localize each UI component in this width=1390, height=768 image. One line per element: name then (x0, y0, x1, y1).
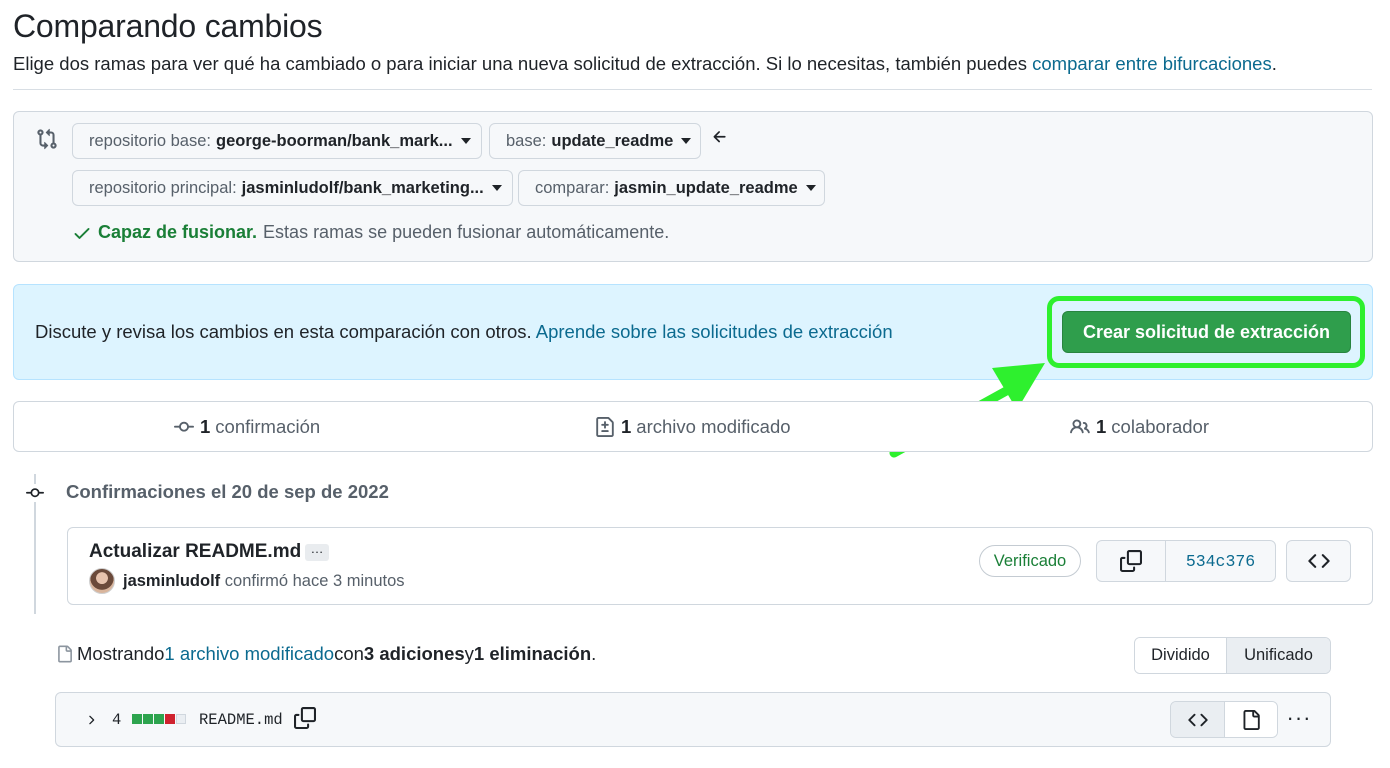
copy-sha-button[interactable] (1097, 541, 1166, 581)
copy-path-icon[interactable] (294, 707, 316, 729)
file-options-button[interactable]: ··· (1286, 705, 1312, 730)
git-commit-icon (174, 417, 194, 437)
rich-diff-button[interactable] (1225, 702, 1277, 737)
merge-status: Capaz de fusionar. Estas ramas se pueden… (72, 222, 669, 243)
commit-sha-group: 534c376 (1096, 540, 1276, 582)
chevron-right-icon[interactable] (84, 712, 98, 728)
changed-files-link[interactable]: 1 archivo modificado (164, 643, 334, 665)
split-view-button[interactable]: Dividido (1135, 638, 1227, 673)
toc-mid2: y (464, 643, 474, 664)
files-label: archivo modificado (636, 416, 791, 437)
file-diff-icon (595, 417, 615, 437)
file-icon (56, 644, 73, 664)
head-repo-value: jasminludolf/bank_marketing... (241, 178, 484, 197)
compare-branch-select[interactable]: comparar: jasmin_update_readme (518, 170, 825, 206)
file-name-link[interactable]: README.md (199, 711, 283, 729)
people-icon (1070, 417, 1090, 437)
compare-branch-label: comparar: (535, 178, 610, 197)
page-subtitle: Elige dos ramas para ver qué ha cambiado… (13, 53, 1277, 75)
diffstat-addition (154, 714, 164, 724)
commit-time: confirmó hace 3 minutos (224, 572, 405, 590)
source-diff-button[interactable] (1171, 702, 1225, 737)
base-repo-select[interactable]: repositorio base: george-boorman/bank_mar… (72, 123, 482, 159)
contributors-count: 1 (1096, 416, 1107, 437)
file-view-toggle (1170, 701, 1278, 738)
caret-down-icon (805, 185, 816, 191)
overall-summary: 1 confirmación 1 archivo modificado 1 co… (13, 401, 1373, 452)
caret-down-icon (491, 185, 502, 191)
subtitle-text: Elige dos ramas para ver qué ha cambiado… (13, 53, 1033, 74)
head-repo-select[interactable]: repositorio principal: jasminludolf/bank_… (72, 170, 513, 206)
toc-mid1: con (334, 643, 364, 664)
commits-label: confirmación (215, 416, 321, 437)
toc-deletions: 1 eliminación (473, 643, 592, 664)
file-header: 4 README.md ··· (55, 692, 1331, 747)
arrow-left-icon (711, 128, 731, 148)
toc-additions: 3 adiciones (363, 643, 465, 664)
discuss-text: Discute y revisa los cambios en esta com… (35, 321, 893, 343)
page-title: Comparando cambios (13, 8, 323, 44)
base-branch-label: base: (506, 131, 547, 150)
toc-prefix: Mostrando (77, 643, 165, 664)
base-repo-label: repositorio base: (89, 131, 211, 150)
check-icon (72, 223, 92, 243)
commit-author-link[interactable]: jasminludolf (123, 572, 220, 590)
verified-badge[interactable]: Verificado (979, 545, 1081, 577)
files-count: 1 (621, 416, 632, 437)
base-branch-value: update_readme (551, 131, 674, 150)
contributors-summary[interactable]: 1 colaborador (1070, 416, 1209, 438)
commit-meta: jasminludolf confirmó hace 3 minutos (123, 572, 405, 591)
caret-down-icon (460, 138, 471, 144)
header-divider (13, 89, 1372, 90)
commit-sha-link[interactable]: 534c376 (1166, 541, 1275, 581)
compare-forks-link[interactable]: comparar entre bifurcaciones (1032, 53, 1272, 74)
create-pr-blankslate: Discute y revisa los cambios en esta com… (13, 284, 1373, 380)
range-editor: repositorio base: george-boorman/bank_mar… (13, 111, 1373, 262)
merge-text: Estas ramas se pueden fusionar automátic… (263, 222, 670, 242)
unified-view-button[interactable]: Unificado (1227, 638, 1330, 673)
diffstat-bar (132, 714, 186, 724)
subtitle-end: . (1271, 53, 1277, 74)
file-icon (1241, 709, 1261, 730)
code-icon (1307, 550, 1330, 572)
copy-icon (1120, 550, 1142, 572)
commit-row: Actualizar README.md … jasminludolf conf… (67, 527, 1373, 605)
diff-view-toggle: Dividido Unificado (1134, 637, 1331, 674)
learn-pull-requests-link[interactable]: Aprende sobre las solicitudes de extracc… (536, 321, 893, 342)
diffstat-addition (143, 714, 153, 724)
commits-count: 1 (200, 416, 211, 437)
browse-repo-button[interactable] (1286, 540, 1351, 582)
diffstat-neutral (176, 714, 186, 724)
base-branch-select[interactable]: base: update_readme (489, 123, 701, 159)
diff-change-count: 4 (112, 711, 122, 729)
discuss-text-body: Discute y revisa los cambios en esta com… (35, 321, 536, 342)
commits-date-heading: Confirmaciones el 20 de sep de 2022 (66, 481, 389, 502)
caret-down-icon (681, 138, 692, 144)
compare-branch-value: jasmin_update_readme (614, 178, 798, 197)
base-repo-value: george-boorman/bank_mark... (216, 131, 453, 150)
git-compare-icon (36, 128, 58, 150)
diffstat-deletion (165, 714, 175, 724)
avatar[interactable] (89, 568, 115, 594)
head-repo-label: repositorio principal: (89, 178, 237, 197)
files-summary[interactable]: 1 archivo modificado (595, 416, 791, 438)
diff-summary-line: Mostrando 1 archivo modificado con 3 adi… (56, 643, 596, 665)
create-pull-request-button[interactable]: Crear solicitud de extracción (1062, 311, 1351, 353)
diffstat-addition (132, 714, 142, 724)
code-icon (1187, 710, 1208, 730)
toc-end: . (591, 643, 597, 664)
commits-summary[interactable]: 1 confirmación (174, 416, 320, 438)
git-commit-icon (24, 484, 46, 502)
contributors-label: colaborador (1111, 416, 1209, 437)
commit-title-link[interactable]: Actualizar README.md (89, 541, 301, 563)
commit-expand-button[interactable]: … (305, 542, 329, 561)
merge-ok-label: Capaz de fusionar. (98, 222, 258, 242)
